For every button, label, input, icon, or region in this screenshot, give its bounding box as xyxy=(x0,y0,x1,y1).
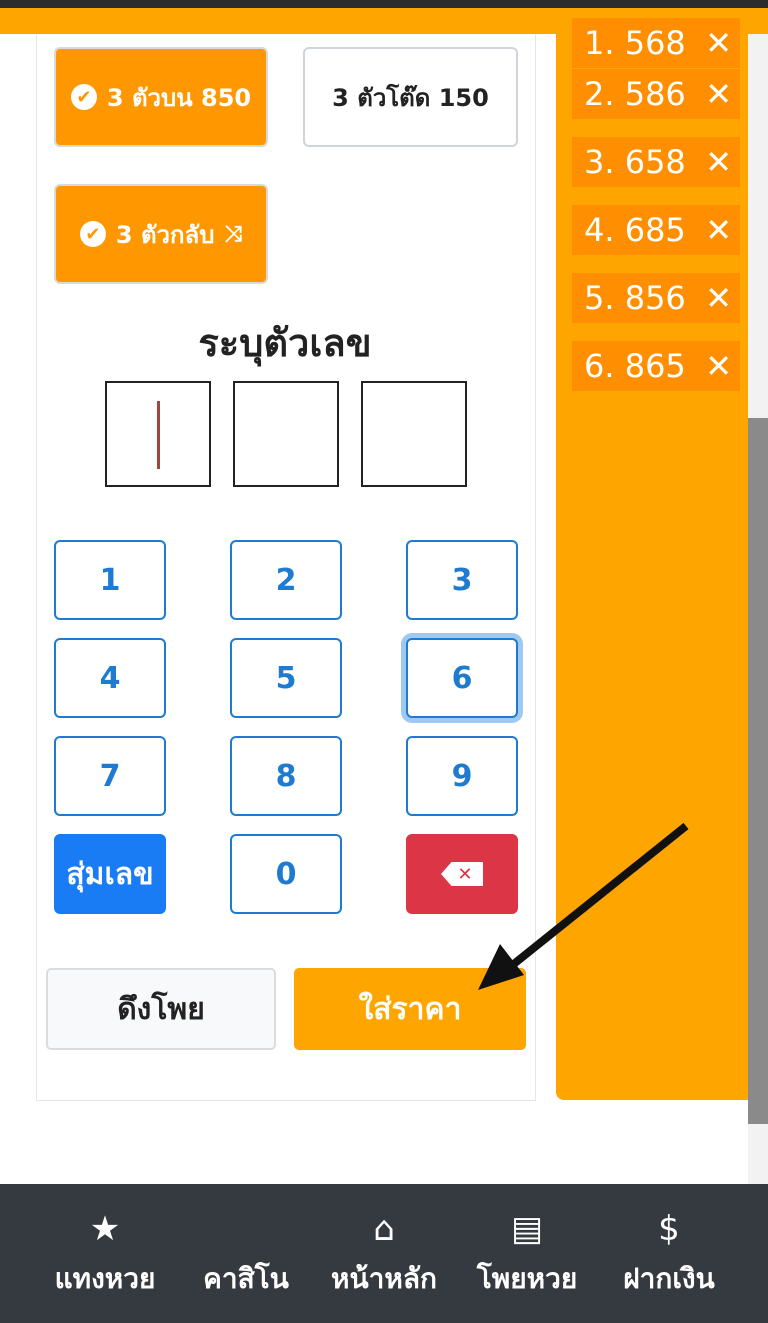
key-8[interactable]: 8 xyxy=(230,736,342,816)
remove-icon[interactable]: ✕ xyxy=(705,279,732,317)
remove-icon[interactable]: ✕ xyxy=(705,347,732,385)
nav-item-deposit[interactable]: $ ฝากเงิน xyxy=(608,1184,730,1323)
remove-icon[interactable]: ✕ xyxy=(705,143,732,181)
bet-type-3-top-button[interactable]: ✔ 3 ตัวบน 850 xyxy=(54,47,268,147)
bet-type-label: 3 ตัวบน 850 xyxy=(106,83,252,112)
star-icon: ★ xyxy=(89,1208,121,1249)
selected-number-item: 4. 685 ✕ xyxy=(572,205,740,255)
selected-number-item: 3. 658 ✕ xyxy=(572,137,740,187)
bet-type-3-reverse-button[interactable]: ✔ 3 ตัวกลับ ⤨ xyxy=(54,184,268,284)
selected-number-label: 3. 658 xyxy=(584,143,686,181)
selected-number-label: 6. 865 xyxy=(584,347,686,385)
scrollbar-thumb[interactable] xyxy=(748,418,768,1124)
selected-number-item: 6. 865 ✕ xyxy=(572,341,740,391)
digit-input-2[interactable] xyxy=(233,381,339,487)
document-icon: ▤ xyxy=(510,1208,544,1249)
bet-type-label: 3 ตัวโต๊ด 150 xyxy=(332,83,489,112)
digit-input-1[interactable] xyxy=(105,381,211,487)
selected-number-item: 1. 568 ✕ xyxy=(572,18,740,68)
shuffle-icon: ⤨ xyxy=(224,221,243,247)
pull-list-button[interactable]: ดึงโพย xyxy=(46,968,276,1050)
selected-number-item: 5. 856 ✕ xyxy=(572,273,740,323)
money-deposit-icon: $ xyxy=(658,1208,680,1249)
selected-number-label: 1. 568 xyxy=(584,24,686,62)
selected-number-label: 2. 586 xyxy=(584,75,686,113)
entry-title: ระบุตัวเลข xyxy=(198,321,372,365)
remove-icon[interactable]: ✕ xyxy=(705,75,732,113)
bet-type-label: 3 ตัวกลับ xyxy=(115,220,215,249)
remove-icon[interactable]: ✕ xyxy=(705,24,732,62)
delete-button[interactable]: ✕ xyxy=(406,834,518,914)
bottom-navigation: ★ แทงหวย คาสิโน ⌂ หน้าหลัก ▤ โพยหวย $ ฝา… xyxy=(0,1184,768,1323)
selected-number-label: 5. 856 xyxy=(584,279,686,317)
remove-icon[interactable]: ✕ xyxy=(705,211,732,249)
backspace-icon: ✕ xyxy=(441,862,483,886)
key-5[interactable]: 5 xyxy=(230,638,342,718)
set-price-button[interactable]: ใส่ราคา xyxy=(294,968,526,1050)
key-3[interactable]: 3 xyxy=(406,540,518,620)
key-4[interactable]: 4 xyxy=(54,638,166,718)
key-9[interactable]: 9 xyxy=(406,736,518,816)
nav-item-lottery[interactable]: ★ แทงหวย xyxy=(44,1184,166,1323)
nav-item-home[interactable]: ⌂ หน้าหลัก xyxy=(322,1184,446,1323)
home-icon: ⌂ xyxy=(373,1208,395,1249)
nav-item-casino[interactable]: คาสิโน xyxy=(196,1184,296,1323)
nav-item-lottery-slip[interactable]: ▤ โพยหวย xyxy=(466,1184,588,1323)
digit-input-3[interactable] xyxy=(361,381,467,487)
selected-number-item: 2. 586 ✕ xyxy=(572,69,740,119)
selected-number-label: 4. 685 xyxy=(584,211,686,249)
key-0[interactable]: 0 xyxy=(230,834,342,914)
bet-type-3-tod-button[interactable]: 3 ตัวโต๊ด 150 xyxy=(303,47,518,147)
check-circle-icon: ✔ xyxy=(70,84,97,110)
key-6[interactable]: 6 xyxy=(406,638,518,718)
text-caret xyxy=(157,401,160,469)
check-circle-icon: ✔ xyxy=(79,221,106,247)
random-number-button[interactable]: สุ่มเลข xyxy=(54,834,166,914)
key-2[interactable]: 2 xyxy=(230,540,342,620)
key-1[interactable]: 1 xyxy=(54,540,166,620)
key-7[interactable]: 7 xyxy=(54,736,166,816)
status-strip xyxy=(0,0,768,8)
selected-numbers-panel: 1. 568 ✕ 2. 586 ✕ 3. 658 ✕ 4. 685 ✕ 5. 8… xyxy=(556,18,750,1100)
